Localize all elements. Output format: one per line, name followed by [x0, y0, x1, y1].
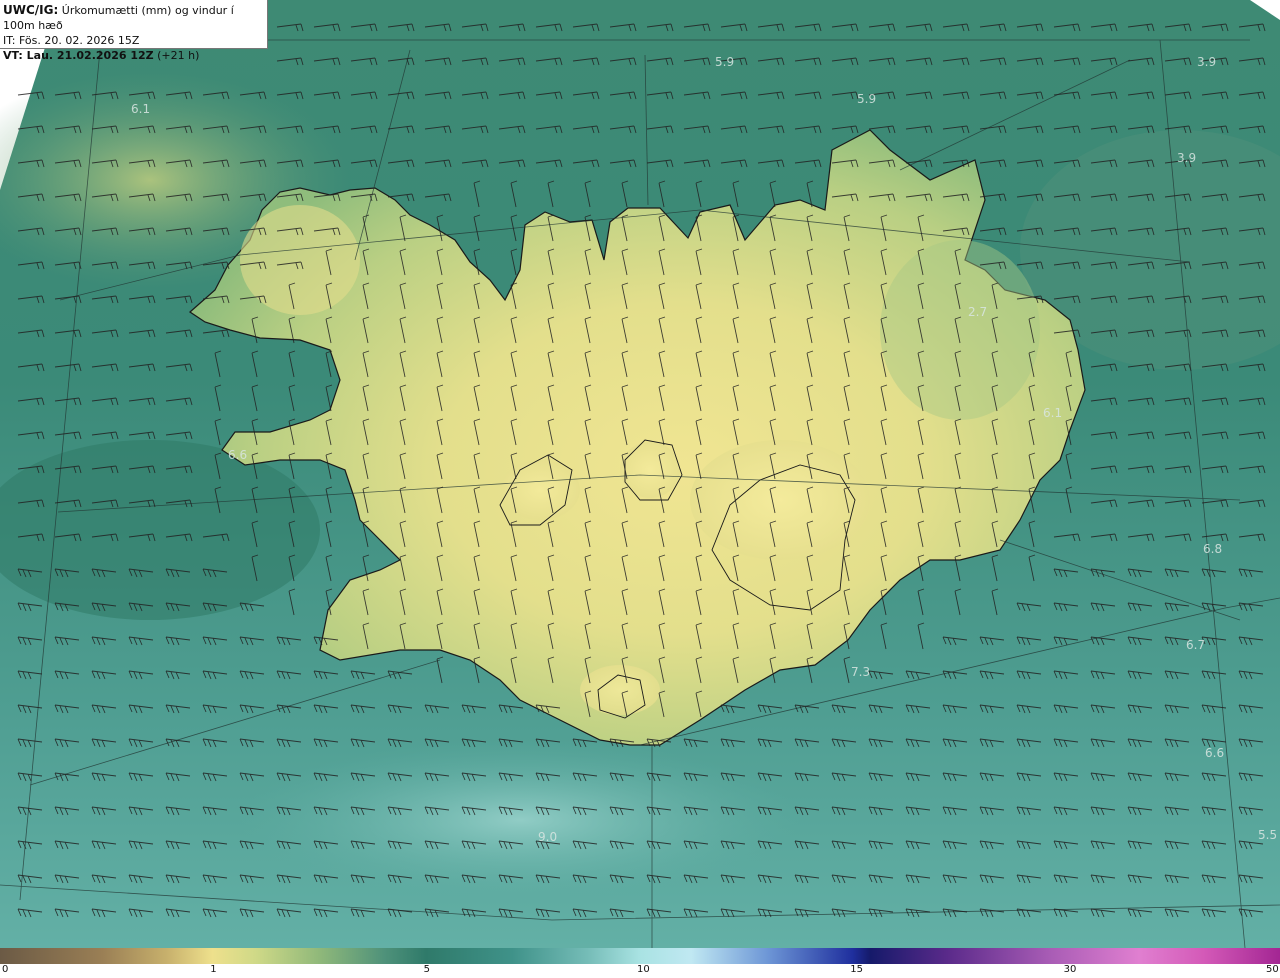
- forecast-map: 6.1 5.9 5.9 3.9 3.9 2.7 6.1 6.8 6.7 7.3 6.6 5.5 9.0 6…: [0, 0, 1280, 948]
- colorbar-tick-label: 0: [2, 964, 9, 975]
- colorbar-tick-label: 30: [1063, 964, 1077, 975]
- colorbar-tick-label: 1: [210, 964, 217, 975]
- valid-time: VT: Lau. 21.02.2026 12Z: [3, 49, 154, 62]
- colorbar-tick-label: 50: [1266, 964, 1279, 975]
- map-value-label: 2.7: [968, 305, 988, 319]
- map-value-label: 3.9: [1197, 55, 1217, 69]
- colorbar-labels: 0 1 5 10 15 30 50: [0, 964, 1280, 978]
- map-value-label: 7.3: [851, 665, 871, 679]
- map-value-label: 3.9: [1177, 151, 1197, 165]
- map-canvas: [0, 0, 1280, 948]
- map-value-label: 5.9: [857, 92, 877, 106]
- map-value-label: 6.7: [1186, 638, 1206, 652]
- colorbar-tick-label: 15: [850, 964, 863, 975]
- map-value-label: 6.1: [131, 102, 151, 116]
- colorbar-tick-label: 5: [423, 964, 430, 975]
- colorbar-tick-label: 10: [637, 964, 650, 975]
- forecast-offset: (+21 h): [157, 49, 200, 62]
- map-value-label: 6.1: [1043, 406, 1063, 420]
- map-value-label: 6.6: [228, 448, 248, 462]
- map-value-label: 5.9: [715, 55, 735, 69]
- map-value-label: 6.6: [1205, 746, 1225, 760]
- map-value-label: 9.0: [538, 830, 558, 844]
- precipitation-colorbar: [0, 948, 1280, 964]
- map-value-label: 6.8: [1203, 542, 1223, 556]
- map-title-box: UWC/IG: Úrkomumætti (mm) og vindur í 100…: [0, 0, 268, 62]
- model-name: UWC/IG:: [3, 3, 59, 17]
- init-time: IT: Fös. 20. 02. 2026 15Z: [3, 34, 140, 47]
- map-value-label: 5.5: [1258, 828, 1278, 842]
